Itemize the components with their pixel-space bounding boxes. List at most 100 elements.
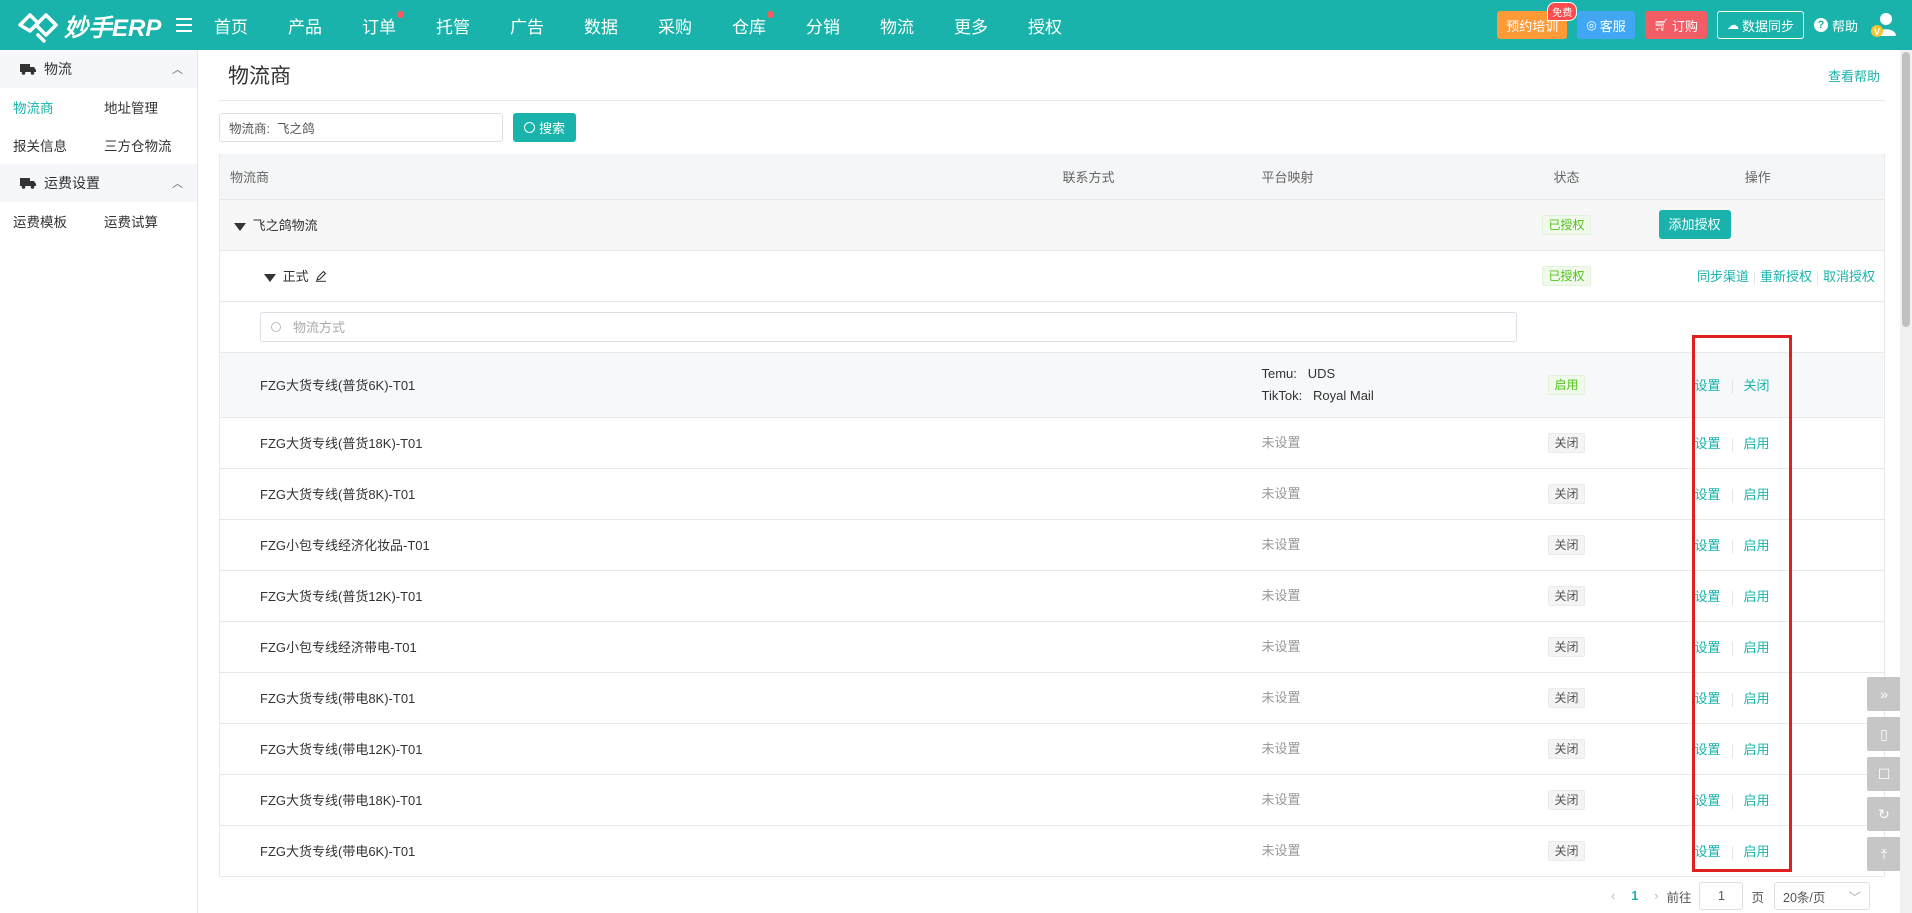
table-row: FZG大货专线(普货6K)-T01 Temu: UDS TikTok: Royal …: [219, 352, 1885, 418]
method-name: FZG大货专线(普货12K)-T01: [260, 589, 423, 604]
nav-item-logistics[interactable]: 物流: [880, 13, 914, 38]
nav-item-hosting[interactable]: 托管: [436, 13, 470, 38]
search-button[interactable]: 搜索: [513, 113, 576, 142]
nav-label: 分销: [806, 17, 840, 37]
order-label: 订购: [1671, 18, 1698, 34]
notification-dot: [767, 10, 774, 18]
nav-label: 广告: [510, 17, 544, 37]
nav-item-ads[interactable]: 广告: [510, 13, 544, 38]
col-mapping: 平台映射: [1251, 154, 1502, 200]
mapping-line: 未设置: [1261, 587, 1301, 603]
provider-search-input[interactable]: 物流商: 飞之鸽: [219, 113, 503, 142]
mapping-line: 未设置: [1261, 536, 1301, 552]
nav-label: 首页: [214, 17, 248, 37]
nav-item-home[interactable]: 首页: [214, 13, 248, 38]
table-row: FZG大货专线(普货8K)-T01 未设置 关闭 设置 启用: [219, 468, 1885, 520]
page-scrollbar[interactable]: [1900, 50, 1912, 913]
training-button[interactable]: 预约培训 免费: [1497, 2, 1578, 39]
toggle-status-link[interactable]: 启用: [1739, 844, 1775, 859]
mapping-line: 未设置: [1261, 791, 1301, 807]
settings-link[interactable]: 设置: [1690, 640, 1726, 655]
toggle-status-link[interactable]: 关闭: [1739, 378, 1775, 393]
sidebar-item-address[interactable]: 地址管理: [91, 97, 182, 117]
nav-item-warehouse[interactable]: 仓库: [732, 10, 774, 38]
toggle-status-link[interactable]: 启用: [1739, 691, 1775, 706]
toggle-status-link[interactable]: 启用: [1739, 742, 1775, 757]
nav-label: 物流: [880, 17, 914, 37]
current-page[interactable]: 1: [1631, 889, 1638, 903]
nav-item-purchase[interactable]: 采购: [658, 13, 692, 38]
sync-channel-link[interactable]: 同步渠道: [1692, 269, 1754, 284]
nav-item-data[interactable]: 数据: [584, 13, 618, 38]
mobile-icon[interactable]: ▯: [1867, 717, 1901, 751]
collapse-triangle-icon[interactable]: [234, 222, 246, 231]
settings-link[interactable]: 设置: [1690, 844, 1726, 859]
sidebar-item-fee-calculator[interactable]: 运费试算: [91, 211, 182, 231]
sidebar-item-fee-template[interactable]: 运费模板: [0, 211, 91, 231]
settings-link[interactable]: 设置: [1690, 742, 1726, 757]
collapse-triangle-icon[interactable]: [264, 273, 276, 282]
nav-item-products[interactable]: 产品: [288, 13, 322, 38]
collapse-icon[interactable]: »: [1867, 677, 1901, 711]
nav-item-distribution[interactable]: 分销: [806, 13, 840, 38]
sidebar-group-shipping-fee[interactable]: 运费设置 ︿: [0, 164, 197, 202]
settings-link[interactable]: 设置: [1690, 589, 1726, 604]
brand-logo[interactable]: 妙手ERP: [0, 0, 200, 50]
help-icon: ?: [1813, 18, 1828, 32]
edit-icon[interactable]: [315, 270, 327, 282]
status-badge: 启用: [1548, 374, 1585, 395]
table-header: 物流商 联系方式 平台映射 状态 操作: [219, 154, 1885, 200]
toggle-status-link[interactable]: 启用: [1739, 487, 1775, 502]
data-sync-button[interactable]: ☁ 数据同步: [1716, 11, 1804, 39]
status-badge: 关闭: [1548, 840, 1585, 861]
divider: [1731, 539, 1733, 554]
table-row: FZG大货专线(带电18K)-T01 未设置 关闭 设置 启用: [219, 774, 1885, 826]
toggle-status-link[interactable]: 启用: [1739, 793, 1775, 808]
view-help-link[interactable]: 查看帮助: [1828, 66, 1880, 85]
subscribe-button[interactable]: 🛒︎ 订购: [1644, 11, 1707, 39]
nav-item-orders[interactable]: 订单: [362, 10, 404, 38]
pagination: ‹ 1 › 前往 1 页 20条/页 ﹀: [1603, 881, 1870, 911]
method-name: FZG大货专线(带电12K)-T01: [260, 742, 423, 757]
sidebar-item-providers[interactable]: 物流商: [0, 97, 91, 117]
sidebar-item-customs[interactable]: 报关信息: [0, 135, 91, 155]
page-number-input[interactable]: 1: [1699, 882, 1744, 910]
reauthorize-link[interactable]: 重新授权: [1755, 269, 1817, 284]
divider: [1731, 641, 1733, 656]
cancel-authorization-link[interactable]: 取消授权: [1818, 269, 1880, 284]
feedback-icon[interactable]: ☐: [1867, 757, 1901, 791]
method-search-input[interactable]: 物流方式: [260, 311, 1517, 342]
settings-link[interactable]: 设置: [1690, 378, 1726, 393]
toggle-status-link[interactable]: 启用: [1739, 436, 1775, 451]
toggle-status-link[interactable]: 启用: [1739, 640, 1775, 655]
nav-item-more[interactable]: 更多: [954, 13, 988, 38]
settings-link[interactable]: 设置: [1690, 436, 1726, 451]
divider: [1731, 488, 1733, 503]
sidebar-item-3pl[interactable]: 三方仓物流: [91, 135, 182, 155]
refresh-icon[interactable]: ↻: [1867, 797, 1901, 831]
menu-toggle-icon[interactable]: [176, 18, 192, 32]
settings-link[interactable]: 设置: [1690, 793, 1726, 808]
settings-link[interactable]: 设置: [1690, 487, 1726, 502]
help-button[interactable]: ? 帮助: [1813, 16, 1858, 35]
user-avatar-icon[interactable]: V: [1868, 10, 1898, 40]
back-to-top-icon[interactable]: ⤒: [1867, 837, 1901, 871]
method-search-placeholder: 物流方式: [293, 320, 346, 335]
status-badge: 已授权: [1542, 265, 1591, 286]
page-size-select[interactable]: 20条/页 ﹀: [1774, 882, 1870, 910]
settings-link[interactable]: 设置: [1690, 691, 1726, 706]
toggle-status-link[interactable]: 启用: [1739, 589, 1775, 604]
divider: [1731, 590, 1733, 605]
prev-page-icon[interactable]: ‹: [1611, 889, 1615, 903]
method-name: FZG小包专线经济化妆品-T01: [260, 538, 430, 553]
chevron-up-icon: ︿: [172, 64, 183, 76]
add-authorization-button[interactable]: 添加授权: [1658, 210, 1731, 239]
settings-link[interactable]: 设置: [1690, 538, 1726, 553]
nav-item-authorize[interactable]: 授权: [1028, 13, 1062, 38]
status-badge: 关闭: [1548, 585, 1585, 606]
toggle-status-link[interactable]: 启用: [1739, 538, 1775, 553]
customer-service-button[interactable]: ◎ 客服: [1577, 11, 1635, 39]
next-page-icon[interactable]: ›: [1654, 889, 1658, 903]
scrollbar-thumb[interactable]: [1902, 52, 1910, 327]
sidebar-group-logistics[interactable]: 物流 ︿: [0, 50, 197, 88]
